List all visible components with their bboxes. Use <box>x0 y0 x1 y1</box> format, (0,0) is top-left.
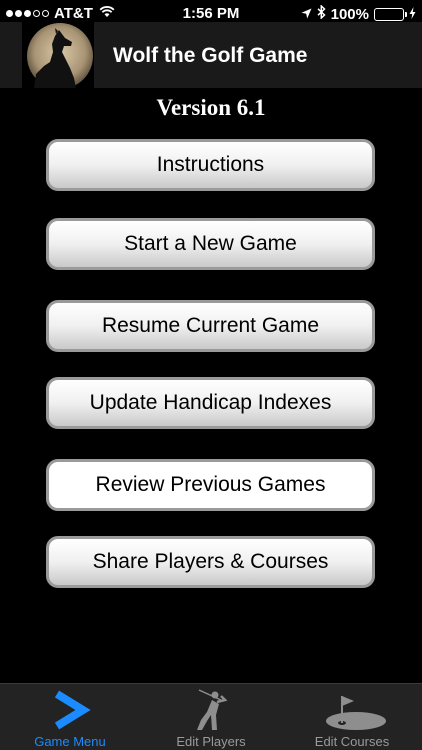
battery-percent: 100% <box>330 5 369 23</box>
status-right: 100% <box>301 4 416 23</box>
battery-icon <box>374 7 407 21</box>
chevron-right-icon <box>0 688 140 732</box>
tab-label-game-menu: Game Menu <box>34 734 106 749</box>
start-new-game-button[interactable]: Start a New Game <box>46 218 375 270</box>
review-previous-games-button[interactable]: Review Previous Games <box>46 459 375 511</box>
tab-label-edit-courses: Edit Courses <box>314 734 390 749</box>
location-arrow-icon <box>301 6 312 23</box>
screen: AT&T 1:56 PM 100% Wolf the Golf Game Ver… <box>0 0 422 750</box>
update-handicap-indexes-button[interactable]: Update Handicap Indexes <box>46 377 375 429</box>
app-header: Wolf the Golf Game <box>0 22 422 88</box>
version-label: Version 6.1 <box>156 95 266 120</box>
tab-label-edit-players: Edit Players <box>176 734 246 749</box>
wolf-logo <box>22 22 94 88</box>
charging-bolt-icon <box>409 6 416 23</box>
tab-edit-players[interactable]: Edit Players <box>141 684 281 750</box>
resume-current-game-button[interactable]: Resume Current Game <box>46 300 375 352</box>
app-title: Wolf the Golf Game <box>113 44 308 67</box>
tab-bar: Game Menu Edit Players Edit Courses <box>0 683 422 750</box>
share-players-courses-button[interactable]: Share Players & Courses <box>46 536 375 588</box>
bluetooth-icon <box>317 4 326 23</box>
tab-game-menu[interactable]: Game Menu <box>0 684 140 750</box>
golfer-icon <box>141 688 281 732</box>
golf-green-flag-icon <box>282 688 422 732</box>
tab-edit-courses[interactable]: Edit Courses <box>282 684 422 750</box>
instructions-button[interactable]: Instructions <box>46 139 375 191</box>
